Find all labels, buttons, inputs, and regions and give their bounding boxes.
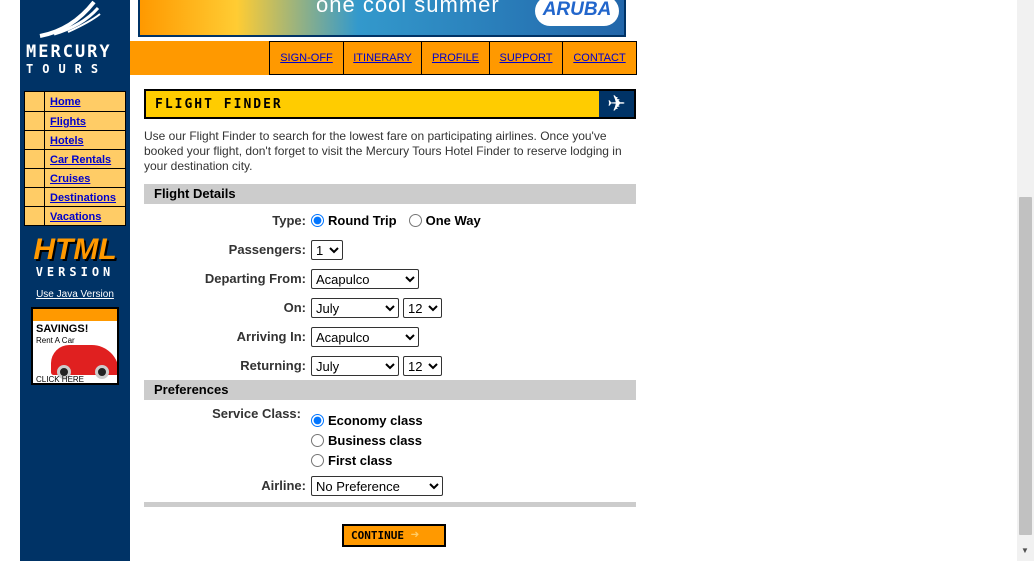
top-nav-item-itinerary: ITINERARY	[344, 41, 422, 75]
arriving-in-select[interactable]: Acapulco	[311, 327, 419, 347]
continue-button[interactable]: CONTINUE ➜	[342, 524, 446, 547]
form-bottom-divider	[144, 502, 636, 507]
logo-swoosh-icon	[39, 0, 101, 38]
service-class-group: Economy class Business class First class	[311, 410, 423, 470]
trip-type-group: Round Trip One Way	[311, 213, 481, 228]
scroll-down-arrow-icon[interactable]: ▼	[1021, 546, 1029, 555]
scrollbar-thumb[interactable]	[1019, 197, 1032, 535]
type-label: Type:	[272, 213, 306, 228]
economy-row: Economy class	[311, 410, 423, 430]
arrow-right-icon: ➜	[410, 527, 420, 543]
car-wheel-icon	[95, 365, 109, 379]
preferences-section-header: Preferences	[144, 380, 636, 400]
departure-month-select[interactable]: July	[311, 298, 399, 318]
first-class-label: First class	[328, 452, 393, 468]
side-nav: Home Flights Hotels Car Rentals Cruises …	[24, 91, 126, 226]
one-way-radio[interactable]	[408, 214, 422, 227]
economy-class-label: Economy class	[328, 412, 423, 428]
top-nav: SIGN-OFF ITINERARY PROFILE SUPPORT CONTA…	[269, 41, 637, 75]
java-version-link[interactable]: Use Java Version	[36, 289, 114, 300]
page-title: FLIGHT FINDER	[155, 97, 283, 112]
banner-text: one cool summer	[316, 0, 500, 17]
top-nav-item-support: SUPPORT	[490, 41, 563, 75]
round-trip-label: Round Trip	[328, 213, 397, 228]
itinerary-link[interactable]: ITINERARY	[353, 52, 411, 64]
promo-banner[interactable]: one cool summer ARUBA	[138, 0, 626, 37]
logo-line2: TOURS	[26, 62, 108, 76]
departing-from-select[interactable]: Acapulco	[311, 269, 419, 289]
sidebar-link-destinations[interactable]: Destinations	[50, 192, 116, 204]
departure-day-select[interactable]: 12	[403, 298, 442, 318]
ad-headline: SAVINGS!	[36, 323, 89, 335]
sidebar-item-flights: Flights	[25, 111, 125, 130]
contact-link[interactable]: CONTACT	[573, 52, 625, 64]
ad-cta: CLICK HERE	[36, 375, 85, 384]
one-way-label: One Way	[425, 213, 481, 228]
sidebar-item-hotels: Hotels	[25, 130, 125, 149]
business-class-radio[interactable]	[311, 433, 324, 447]
continue-label: CONTINUE	[351, 529, 404, 542]
airplane-icon: ✈	[599, 91, 634, 117]
sidebar-link-cruises[interactable]: Cruises	[50, 173, 90, 185]
ad-subtext: Rent A Car	[36, 336, 75, 345]
departing-from-control: Acapulco	[311, 269, 419, 289]
html-version-title: HTML	[33, 233, 117, 266]
rent-a-car-ad[interactable]: SAVINGS! Rent A Car CLICK HERE	[31, 307, 119, 385]
sidebar-item-home: Home	[25, 92, 125, 111]
flight-finder-intro: Use our Flight Finder to search for the …	[144, 129, 622, 173]
top-nav-item-contact: CONTACT	[563, 41, 637, 75]
sidebar-link-hotels[interactable]: Hotels	[50, 135, 84, 147]
passengers-control: 1	[311, 240, 343, 260]
mercury-tours-logo[interactable]: MERCURY TOURS	[20, 0, 130, 80]
sidebar-item-cruises: Cruises	[25, 168, 125, 187]
business-class-label: Business class	[328, 432, 422, 448]
arriving-in-label: Arriving In:	[236, 329, 306, 344]
html-version-badge: HTML VERSION	[30, 233, 120, 279]
on-label: On:	[283, 300, 306, 315]
flight-finder-header: FLIGHT FINDER ✈	[144, 89, 636, 119]
airline-select[interactable]: No Preference	[311, 476, 443, 496]
profile-link[interactable]: PROFILE	[432, 52, 479, 64]
sidebar-item-car-rentals: Car Rentals	[25, 149, 125, 168]
sidebar-item-destinations: Destinations	[25, 187, 125, 206]
sidebar-link-home[interactable]: Home	[50, 96, 81, 108]
left-sidebar: MERCURY TOURS Home Flights Hotels Car Re…	[20, 0, 130, 561]
airline-control: No Preference	[311, 476, 443, 496]
banner-badge: ARUBA	[535, 0, 619, 26]
first-row: First class	[311, 450, 392, 470]
signoff-link[interactable]: SIGN-OFF	[280, 52, 333, 64]
economy-class-radio[interactable]	[311, 413, 324, 427]
round-trip-radio[interactable]	[311, 214, 324, 227]
sidebar-link-flights[interactable]: Flights	[50, 116, 86, 128]
return-month-select[interactable]: July	[311, 356, 399, 376]
sidebar-item-vacations: Vacations	[25, 206, 125, 225]
support-link[interactable]: SUPPORT	[500, 52, 553, 64]
passengers-label: Passengers:	[228, 242, 306, 257]
sidebar-link-vacations[interactable]: Vacations	[50, 211, 101, 223]
html-version-subtitle: VERSION	[35, 265, 115, 279]
business-row: Business class	[311, 430, 422, 450]
java-version-container: Use Java Version	[20, 286, 130, 300]
page-scrollbar[interactable]: ▼	[1017, 0, 1034, 561]
top-nav-item-signoff: SIGN-OFF	[270, 41, 344, 75]
departing-from-label: Departing From:	[204, 271, 306, 286]
return-day-select[interactable]: 12	[403, 356, 442, 376]
ad-top-stripe	[33, 309, 117, 321]
top-nav-item-profile: PROFILE	[422, 41, 490, 75]
return-date-control: July 12	[311, 356, 442, 376]
airline-label: Airline:	[261, 478, 306, 493]
logo-line1: MERCURY	[26, 42, 112, 62]
sidebar-link-car-rentals[interactable]: Car Rentals	[50, 154, 111, 166]
passengers-select[interactable]: 1	[311, 240, 343, 260]
returning-label: Returning:	[240, 358, 306, 373]
arriving-in-control: Acapulco	[311, 327, 419, 347]
flight-details-section-header: Flight Details	[144, 184, 636, 204]
service-class-label: Service Class:	[212, 406, 301, 421]
first-class-radio[interactable]	[311, 453, 324, 467]
departure-date-control: July 12	[311, 298, 442, 318]
